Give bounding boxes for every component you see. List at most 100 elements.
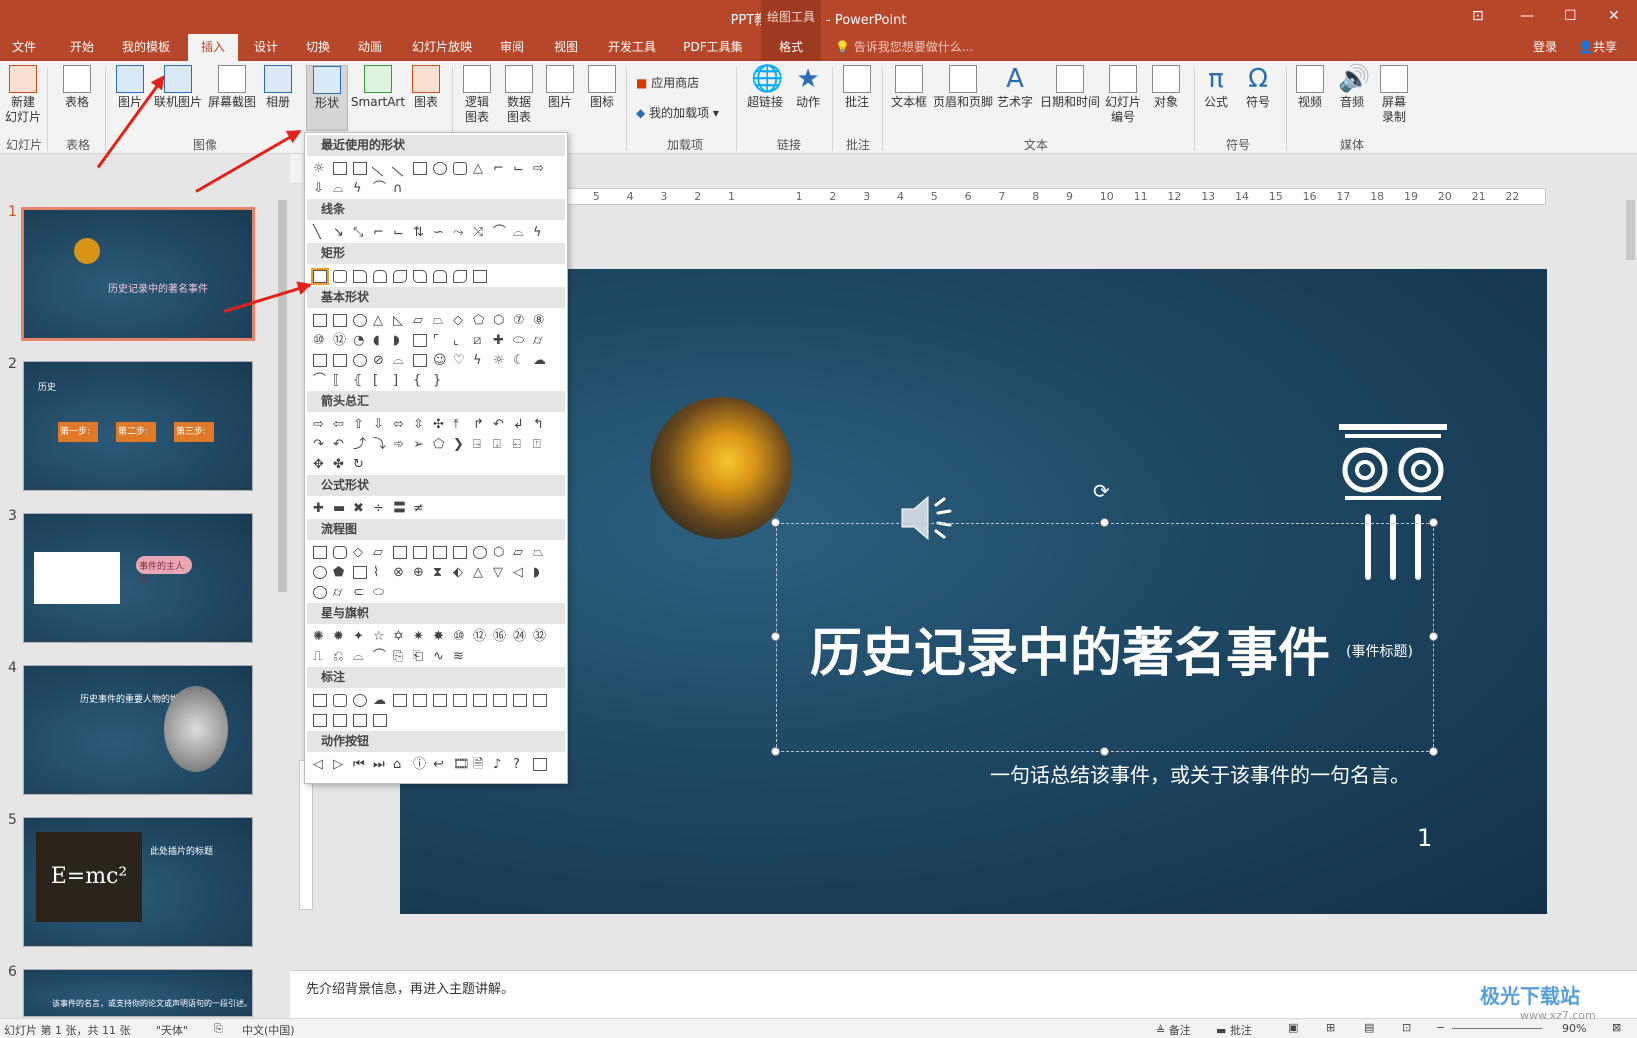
curved-up-ribbon-icon[interactable]: ⌓: [353, 650, 367, 663]
notched-right-arrow-icon[interactable]: ➢: [413, 438, 427, 451]
down-arrow-shape-icon[interactable]: ⇩: [313, 182, 327, 195]
slide-thumbnail-1[interactable]: 历史记录中的著名事件: [21, 207, 255, 341]
comment-button[interactable]: 批注: [838, 65, 876, 110]
rounded-callout-icon[interactable]: [333, 694, 347, 707]
normal-view-icon[interactable]: ▣: [1288, 1021, 1298, 1034]
document-icon[interactable]: [433, 546, 447, 559]
elbow-arrow-icon[interactable]: ⌙: [513, 162, 527, 175]
right-brace-icon[interactable]: }: [433, 374, 447, 387]
left-callout-arrow-icon[interactable]: ⍇: [513, 438, 527, 451]
plus-icon[interactable]: ✚: [313, 502, 327, 515]
decagon-icon[interactable]: ⑩: [313, 334, 327, 347]
minus-icon[interactable]: ▬: [333, 502, 347, 515]
resize-handle[interactable]: [1100, 518, 1109, 527]
vertical-textbox-icon[interactable]: [333, 314, 347, 327]
notes-toggle-button[interactable]: ≜ 备注: [1156, 1022, 1191, 1038]
alt-process-icon[interactable]: [333, 546, 347, 559]
elbow-double-arrow-icon[interactable]: ⇅: [413, 226, 427, 239]
left-brace-icon[interactable]: {: [413, 374, 427, 387]
right-arrow-icon[interactable]: ⇨: [313, 418, 327, 431]
tab-home[interactable]: 开始: [62, 34, 102, 61]
slide-number-button[interactable]: 幻灯片 编号: [1102, 65, 1144, 125]
snip-two-corner-icon[interactable]: [373, 270, 387, 283]
forward-button-icon[interactable]: ▷: [333, 758, 347, 771]
rectangle-shape-icon[interactable]: [311, 268, 329, 285]
table-button[interactable]: 表格: [58, 65, 96, 110]
star4-icon[interactable]: ✦: [353, 630, 367, 643]
line-callout7-icon[interactable]: [513, 694, 527, 707]
scrollbar-thumb[interactable]: [278, 200, 287, 592]
slide-thumbnail-6[interactable]: 该事件的名言，或支持你的论文或声明语句的一段引述。: [23, 969, 253, 1017]
extract-icon[interactable]: △: [473, 566, 487, 579]
document-button-icon[interactable]: 🗎: [473, 758, 487, 771]
symbol-button[interactable]: Ω 符号: [1238, 65, 1278, 110]
line-callout1-icon[interactable]: [393, 694, 407, 707]
curved-left-arrow-icon[interactable]: ↶: [333, 438, 347, 451]
lightning-shape-icon[interactable]: ϟ: [353, 182, 367, 195]
double-brace-icon[interactable]: ⦃: [353, 374, 367, 387]
video-button[interactable]: 视频: [1290, 65, 1330, 110]
up-ribbon-icon[interactable]: ⎍: [313, 650, 327, 663]
home-button-icon[interactable]: ⌂: [393, 758, 407, 771]
heptagon-icon[interactable]: ⑦: [513, 314, 527, 327]
slide-title[interactable]: 历史记录中的著名事件: [810, 611, 1330, 686]
explosion1-icon[interactable]: ✺: [313, 630, 327, 643]
hexagon-icon[interactable]: ⬡: [493, 314, 507, 327]
line-callout11-icon[interactable]: [353, 714, 367, 727]
header-footer-button[interactable]: 页眉和页脚: [930, 65, 996, 110]
comments-toggle-button[interactable]: ▬ 批注: [1216, 1022, 1252, 1038]
date-time-button[interactable]: 日期和时间: [1036, 65, 1104, 110]
notes-pane[interactable]: 先介绍背景信息，再进入主题讲解。: [290, 970, 1637, 1018]
tab-pdf-tools[interactable]: PDF工具集: [680, 34, 746, 61]
zoom-level[interactable]: 90%: [1562, 1022, 1586, 1035]
rect-callout-icon[interactable]: [313, 694, 327, 707]
pentagon-icon[interactable]: ⬠: [473, 314, 487, 327]
sort-icon[interactable]: ⬖: [453, 566, 467, 579]
up-arrow-icon[interactable]: ⇧: [353, 418, 367, 431]
language-status[interactable]: 中文(中国): [242, 1022, 295, 1038]
multidocument-icon[interactable]: [453, 546, 467, 559]
lightning-bolt-icon[interactable]: ϟ: [473, 354, 487, 367]
star16-icon[interactable]: ⑯: [493, 630, 507, 643]
tab-slideshow[interactable]: 幻灯片放映: [406, 34, 478, 61]
striped-right-arrow-icon[interactable]: ➾: [393, 438, 407, 451]
share-button[interactable]: 👤共享: [1578, 34, 1617, 61]
curve-shape-icon[interactable]: ⌒: [373, 182, 387, 195]
merge-icon[interactable]: ▽: [493, 566, 507, 579]
bent-arrow-icon[interactable]: ↱: [473, 418, 487, 431]
line-callout10-icon[interactable]: [333, 714, 347, 727]
snip-diagonal-icon[interactable]: [393, 270, 407, 283]
triangle-shape-icon[interactable]: △: [473, 162, 487, 175]
rect-variant-icon[interactable]: [473, 270, 487, 283]
card-icon[interactable]: [353, 566, 367, 579]
resize-handle[interactable]: [1429, 747, 1438, 756]
scrollbar-thumb[interactable]: [1626, 200, 1635, 260]
tab-animations[interactable]: 动画: [352, 34, 388, 61]
sun-icon[interactable]: ☼: [493, 354, 507, 367]
ribbon-display-options-icon[interactable]: ⊡: [1472, 8, 1484, 24]
double-wave-icon[interactable]: ≋: [453, 650, 467, 663]
tab-insert[interactable]: 插入: [188, 34, 238, 61]
cube-icon[interactable]: [313, 354, 327, 367]
oval-icon[interactable]: [353, 314, 367, 327]
chord-icon[interactable]: ◖: [373, 334, 387, 347]
star7-icon[interactable]: ✷: [413, 630, 427, 643]
double-bracket-icon[interactable]: ⟦: [333, 374, 347, 387]
minimize-button[interactable]: —: [1520, 8, 1534, 24]
plaque-icon[interactable]: ⬭: [513, 334, 527, 347]
slide-sorter-icon[interactable]: ⊞: [1326, 1021, 1335, 1034]
smiley-icon[interactable]: ☺: [433, 354, 447, 367]
star8-icon[interactable]: ✸: [433, 630, 447, 643]
rounded-rect-shape-icon[interactable]: [453, 162, 467, 175]
dodecagon-icon[interactable]: ⑫: [333, 334, 347, 347]
left-bracket-icon[interactable]: [: [373, 374, 387, 387]
slide-thumbnail-2[interactable]: 历史 第一步: 第二步: 第三步:: [23, 361, 253, 491]
close-button[interactable]: ✕: [1608, 8, 1620, 24]
oval-shape-icon[interactable]: [433, 162, 447, 175]
chevron-icon[interactable]: ❯: [453, 438, 467, 451]
circular-arrow-icon[interactable]: ↻: [353, 458, 367, 471]
bent-up-arrow-icon[interactable]: ↰: [533, 418, 547, 431]
line-callout5-icon[interactable]: [473, 694, 487, 707]
tab-file[interactable]: 文件: [6, 34, 42, 61]
info-button-icon[interactable]: ⓘ: [413, 758, 427, 771]
